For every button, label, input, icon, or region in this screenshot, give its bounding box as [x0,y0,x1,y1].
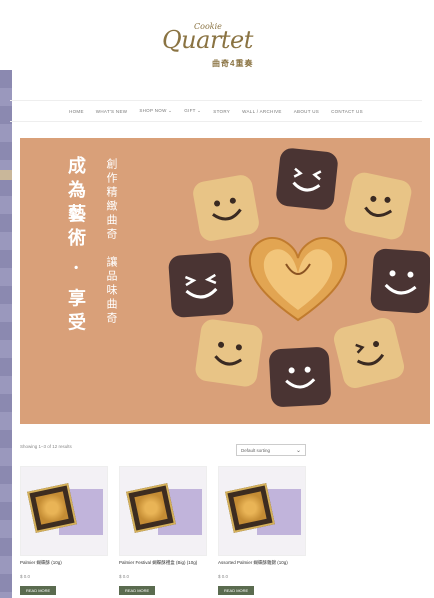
smiley-cookie-icon [369,248,430,314]
nav-wall-archive[interactable]: WALL / ARCHIVE [242,109,282,114]
logo-script-text: Quartet [162,26,253,54]
main-nav: HOME WHAT'S NEW SHOP NOW ⌄ GIFT ⌄ STORY … [10,100,422,122]
product-tin [27,483,77,533]
read-more-button[interactable]: READ MORE [119,586,156,595]
nav-contact-us[interactable]: CONTACT US [331,109,363,114]
nav-home[interactable]: HOME [69,109,84,114]
site-logo[interactable]: Cookie Quartet 曲奇4重奏 [162,22,302,72]
nav-whats-new[interactable]: WHAT'S NEW [96,109,128,114]
site-header: Cookie Quartet 曲奇4重奏 [12,0,434,98]
banner-slogan-sub: 創作精緻曲奇 讓品味曲奇 [105,158,118,326]
logo-chinese-text: 曲奇4重奏 [212,59,254,68]
sort-select-value: Default sorting [241,448,271,453]
product-card: Palmier 蝴蝶酥 (10g) $ 0.0 READ MORE [20,466,108,597]
read-more-button[interactable]: READ MORE [218,586,255,595]
product-image[interactable] [20,466,108,556]
smiley-cookie-icon [342,170,414,242]
nav-shop-now[interactable]: SHOP NOW ⌄ [139,108,172,114]
result-count: Showing 1–3 of 12 results [20,444,72,449]
smiley-cookie-icon [331,315,407,391]
product-card: Assorted Palmier 蝴蝶酥雜錦 (10g) $ 0.0 READ … [218,466,306,597]
product-price: $ 0.0 [20,574,31,579]
product-name[interactable]: Palmier Festival 蝴蝶酥禮盒 (Big) (10g) [119,560,207,572]
product-price: $ 0.0 [218,574,229,579]
product-image[interactable] [119,466,207,556]
banner-slogan-main: 成為藝術 · 享受 [65,156,86,337]
product-card: Palmier Festival 蝴蝶酥禮盒 (Big) (10g) $ 0.0… [119,466,207,597]
nav-gift[interactable]: GIFT ⌄ [184,108,201,114]
nav-story[interactable]: STORY [213,109,230,114]
product-name[interactable]: Assorted Palmier 蝴蝶酥雜錦 (10g) [218,560,306,572]
product-image[interactable] [218,466,306,556]
smiley-cookie-icon [268,346,332,408]
sort-select[interactable]: Default sorting ⌄ [236,444,306,456]
smiley-cookie-icon [167,251,235,319]
product-tin [126,483,176,533]
product-name[interactable]: Palmier 蝴蝶酥 (10g) [20,560,108,572]
read-more-button[interactable]: READ MORE [20,586,57,595]
product-price: $ 0.0 [119,574,130,579]
heart-palmier-icon [248,237,348,322]
hero-banner: 成為藝術 · 享受 創作精緻曲奇 讓品味曲奇 [20,138,430,424]
chevron-down-icon: ⌄ [295,448,301,454]
product-grid: Palmier 蝴蝶酥 (10g) $ 0.0 READ MORE Palmie… [20,466,320,596]
nav-about-us[interactable]: ABOUT US [294,109,319,114]
smiley-cookie-icon [193,317,265,389]
smiley-cookie-icon [191,173,261,243]
product-tin [225,483,275,533]
side-decoration-strip [0,70,12,598]
smiley-cookie-icon [275,147,339,211]
